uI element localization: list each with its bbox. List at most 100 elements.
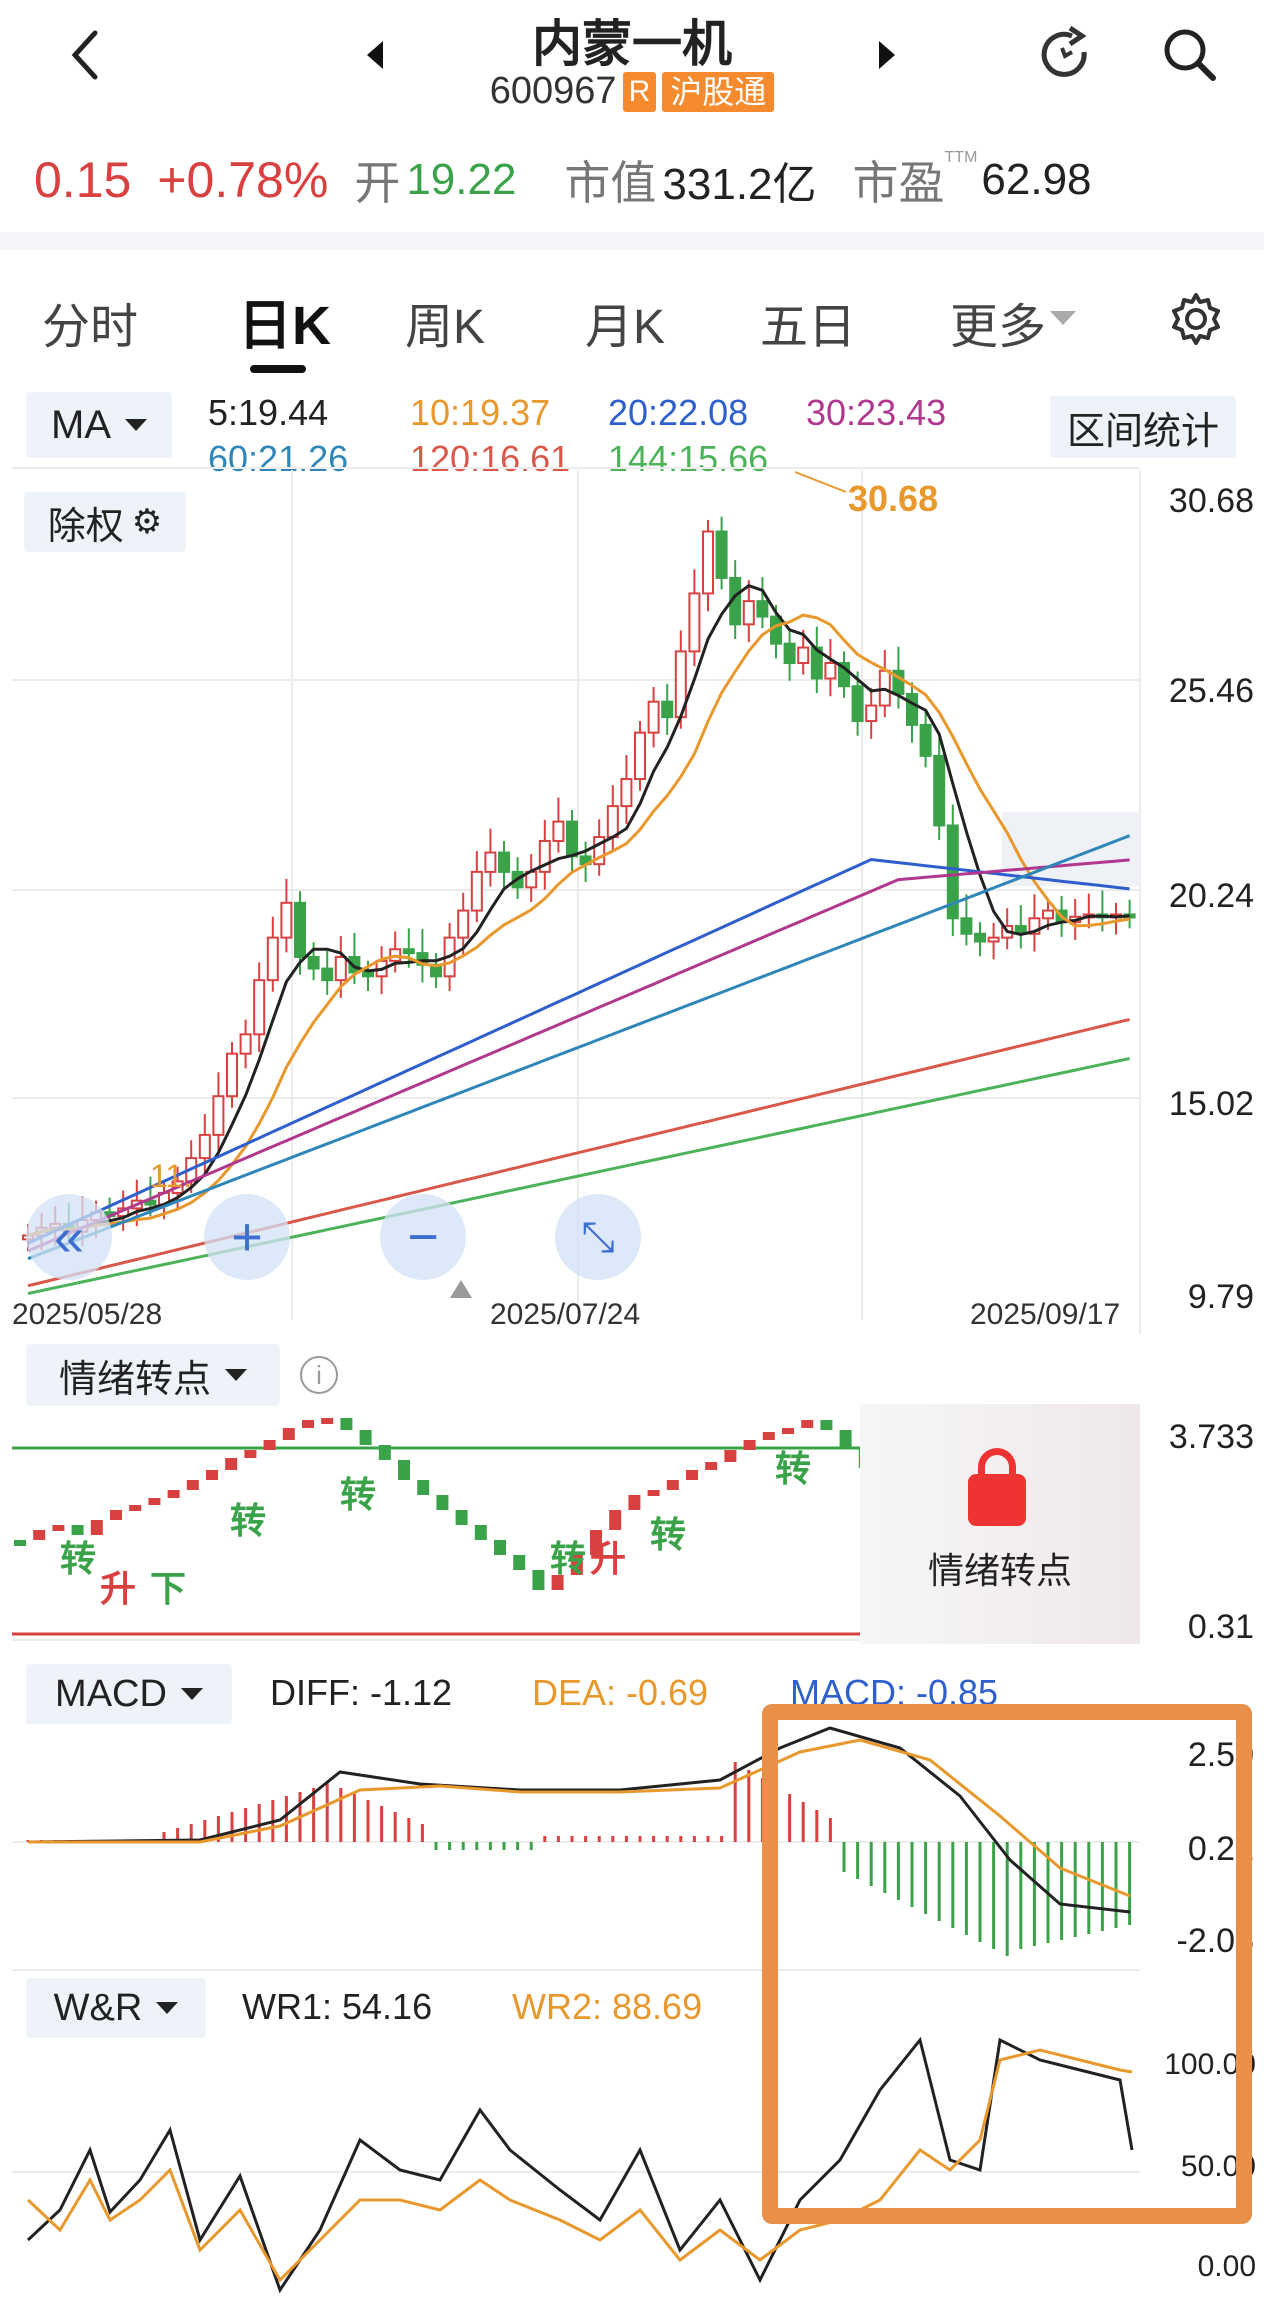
candle-body (960, 917, 973, 935)
emotion-bar (225, 1458, 238, 1470)
candle-body (783, 642, 796, 665)
emotion-bar (762, 1432, 775, 1440)
emotion-bar (417, 1480, 430, 1495)
wr-selector[interactable]: W&R (26, 1978, 206, 2038)
emotion-bar (820, 1420, 833, 1430)
emotion-locked-overlay[interactable]: 情绪转点 (860, 1404, 1140, 1644)
plus-icon: + (231, 1207, 263, 1267)
candle-body (484, 851, 497, 873)
candle-body (865, 704, 878, 723)
price-axis-5: 9.79 (1187, 1278, 1254, 1316)
emotion-bar (494, 1540, 506, 1555)
macd-selector[interactable]: MACD (26, 1664, 232, 1724)
emotion-bar (282, 1428, 295, 1440)
wr-axis-3: 0.00 (1197, 2250, 1256, 2283)
emotion-selector[interactable]: 情绪转点 (26, 1344, 280, 1406)
candle-body (851, 685, 864, 723)
candle-body (906, 692, 918, 726)
emotion-axis-high: 3.733 (1168, 1418, 1254, 1456)
emotion-bar (321, 1418, 334, 1424)
candle-body (661, 700, 674, 719)
wr1-value: WR1: 54.16 (242, 1986, 433, 2027)
emotion-bar (436, 1495, 449, 1510)
macd-selector-label: MACD (55, 1672, 167, 1715)
emotion-bar (474, 1525, 487, 1540)
candle-body (198, 1133, 211, 1160)
emotion-bar (743, 1440, 756, 1450)
candle-body (294, 901, 306, 958)
emotion-bar (609, 1510, 622, 1530)
emotion-bar (359, 1430, 372, 1445)
candle-body (797, 646, 810, 665)
high-marker: 30.68 (848, 478, 939, 519)
info-icon[interactable]: i (300, 1356, 338, 1394)
highlight-box (762, 1704, 1252, 2224)
caret-down-icon (180, 1688, 203, 1700)
exright-label: 除权 (47, 505, 124, 548)
caret-down-icon (225, 1369, 247, 1381)
price-axis-1: 30.68 (1168, 482, 1254, 520)
candle-body (756, 600, 769, 618)
candle-body (470, 870, 483, 912)
exright-button[interactable]: 除权 ⚙ (24, 492, 186, 552)
fullscreen-button[interactable]: ⤡ (555, 1194, 641, 1280)
macd-dea: DEA: -0.69 (532, 1672, 709, 1713)
emotion-marker: 转 (340, 1474, 377, 1515)
zoom-in-button[interactable]: + (204, 1194, 290, 1280)
emotion-bar (129, 1505, 142, 1511)
candle-body (919, 723, 932, 757)
candle-body (226, 1052, 238, 1098)
low-marker: 11. (150, 1158, 193, 1194)
emotion-bar (801, 1420, 814, 1428)
emotion-marker: 升 (590, 1538, 627, 1579)
emotion-bar (724, 1450, 737, 1462)
wr2-value: WR2: 88.69 (512, 1986, 703, 2027)
emotion-bar (167, 1490, 180, 1498)
candle-body (933, 754, 946, 827)
lock-label: 情绪转点 (927, 1550, 1072, 1591)
candle-body (620, 778, 633, 808)
candle-body (987, 936, 1000, 943)
candle-body (457, 909, 470, 939)
expand-icon: ⤡ (581, 1212, 615, 1260)
candle-body (552, 820, 565, 842)
lock-shackle (978, 1448, 1016, 1488)
candle-body (1042, 909, 1054, 920)
candle-body (606, 805, 619, 839)
emotion-bar (244, 1450, 257, 1458)
drag-handle-icon[interactable] (450, 1280, 472, 1298)
emotion-bar (14, 1540, 26, 1546)
scroll-left-button[interactable]: « (26, 1194, 112, 1280)
price-axis-3: 20.24 (1168, 877, 1254, 915)
candle-body (702, 530, 714, 595)
zoom-out-button[interactable]: − (380, 1194, 466, 1280)
emotion-bar (206, 1470, 218, 1480)
candle-body (715, 530, 728, 579)
candle-body (239, 1033, 252, 1055)
candle-body (280, 901, 293, 939)
emotion-bar (628, 1495, 641, 1510)
candle-body (688, 592, 701, 653)
wr-selector-label: W&R (53, 1986, 143, 2029)
emotion-bar (455, 1510, 468, 1525)
price-axis-4: 15.02 (1168, 1085, 1254, 1123)
emotion-bar (686, 1470, 698, 1480)
date-mid: 2025/07/24 (490, 1298, 641, 1331)
emotion-bar (647, 1490, 660, 1496)
settings-small-icon: ⚙ (131, 503, 163, 541)
emotion-bar (340, 1418, 353, 1430)
candle-body (824, 662, 837, 680)
emotion-selector-label: 情绪转点 (58, 1358, 211, 1401)
emotion-bar (666, 1480, 679, 1490)
emotion-bar (532, 1570, 545, 1590)
emotion-bar (263, 1440, 276, 1450)
emotion-bar (186, 1480, 199, 1490)
emotion-bar (513, 1555, 526, 1570)
candle-body (647, 700, 660, 734)
candle-body (974, 932, 986, 943)
candle-body (770, 615, 782, 645)
emotion-bar (33, 1530, 46, 1540)
emotion-marker: 下 (150, 1568, 187, 1609)
emotion-bar (110, 1510, 122, 1520)
high-leader (794, 471, 847, 493)
